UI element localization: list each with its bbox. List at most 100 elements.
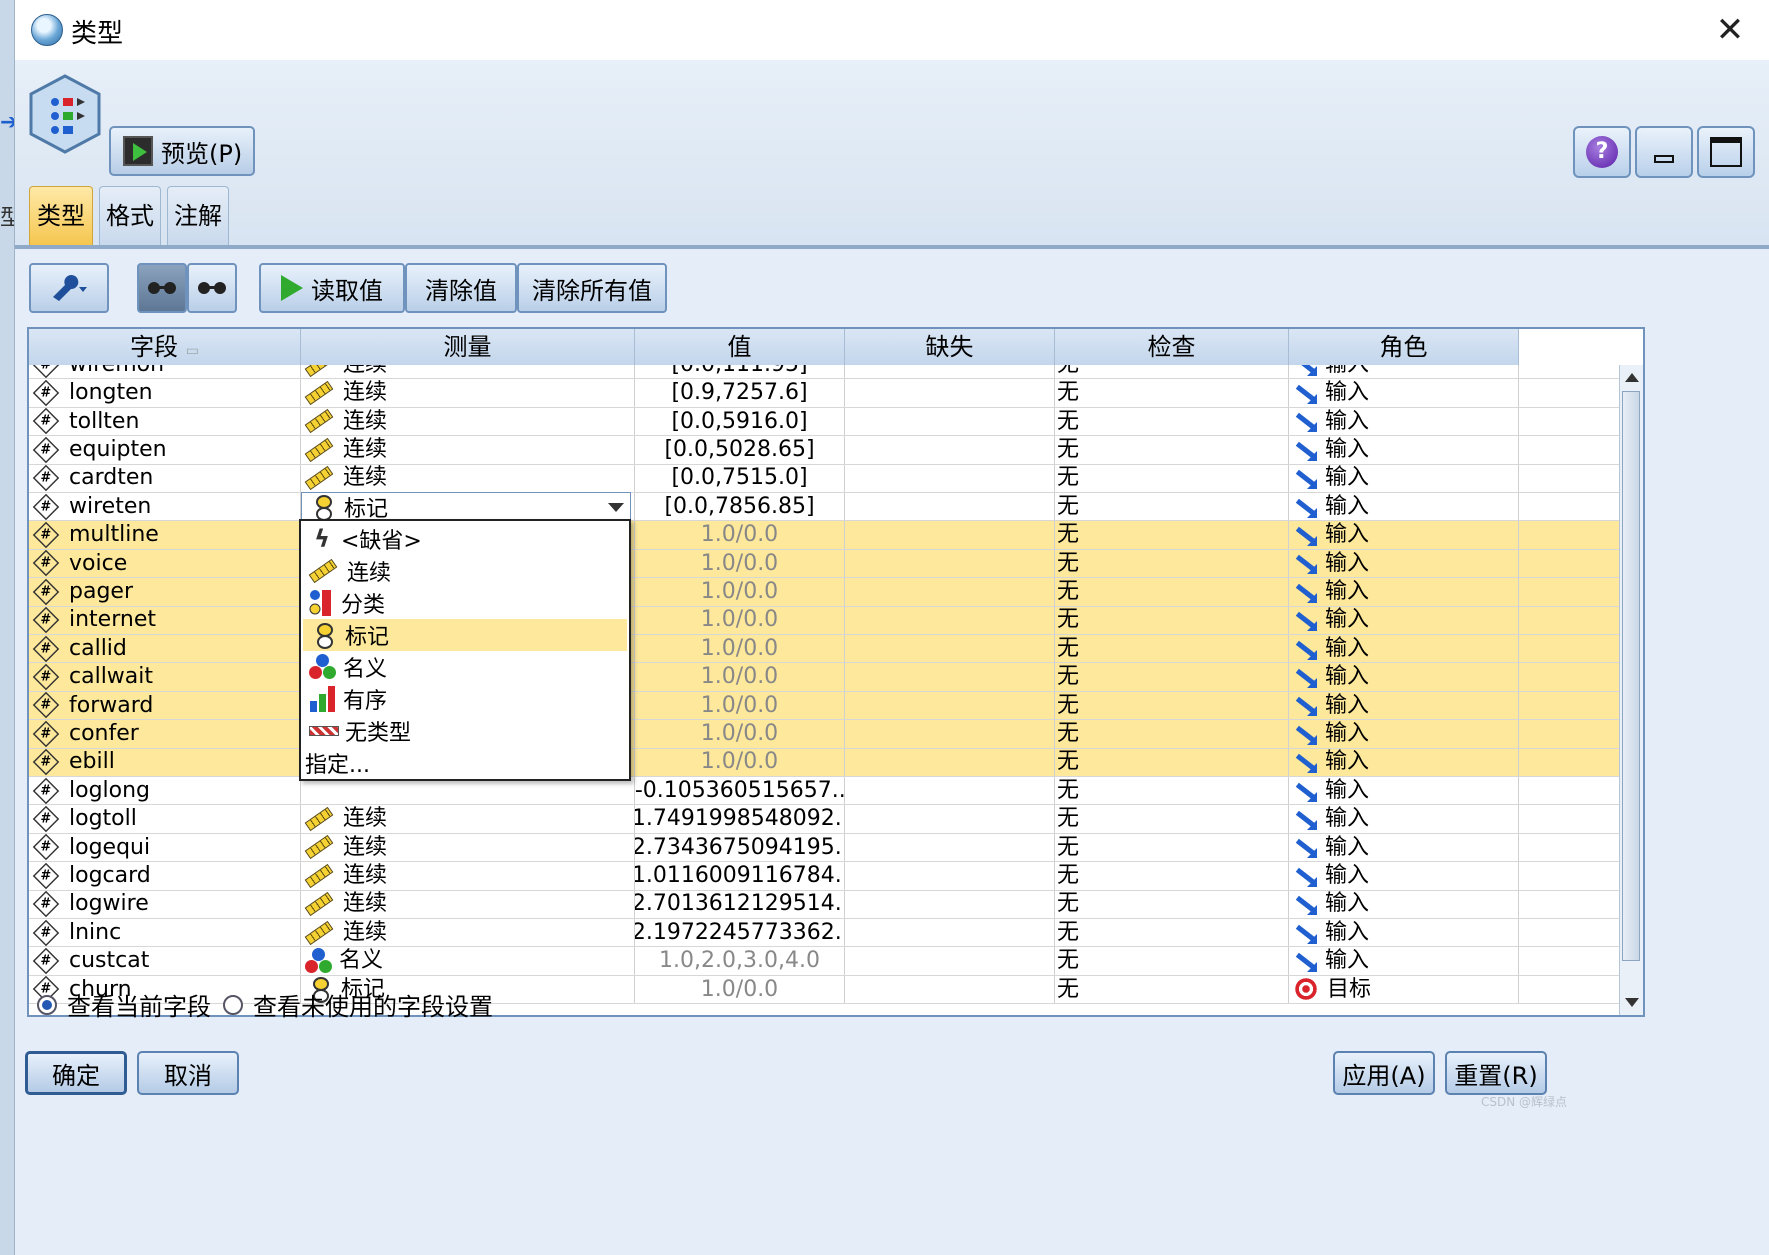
values-cell[interactable]: 1.0/0.0 — [635, 606, 845, 634]
check-cell[interactable]: 无 — [1055, 379, 1289, 407]
table-row[interactable]: # logequi 连续 [2.7343675094195... 无 输入 — [29, 833, 1619, 863]
check-cell[interactable]: 无 — [1055, 919, 1289, 947]
reset-button[interactable]: 重置(R) — [1445, 1051, 1547, 1095]
table-row[interactable]: # loglong [-0.105360515657... 无 输入 — [29, 777, 1619, 806]
option-flag[interactable]: 标记 — [303, 619, 627, 651]
minimize-button[interactable] — [1635, 126, 1693, 178]
role-cell[interactable]: 输入 — [1289, 720, 1519, 748]
missing-cell[interactable] — [845, 919, 1055, 947]
tab-format[interactable]: 格式 — [99, 186, 161, 245]
missing-cell[interactable] — [845, 748, 1055, 776]
table-row[interactable]: # wiremon 连续 [0.0,111.95] 无 输入 — [29, 365, 1619, 380]
missing-cell[interactable] — [845, 606, 1055, 634]
tab-type[interactable]: 类型 — [29, 186, 93, 245]
measure-cell[interactable] — [301, 777, 635, 805]
measure-cell[interactable]: 连续 — [301, 862, 635, 890]
check-cell[interactable]: 无 — [1055, 493, 1289, 521]
missing-cell[interactable] — [845, 663, 1055, 691]
check-cell[interactable]: 无 — [1055, 720, 1289, 748]
column-header-values[interactable]: 值 — [635, 329, 845, 365]
missing-cell[interactable] — [845, 635, 1055, 663]
table-row[interactable]: # forward 1.0/0.0 无 输入 — [29, 691, 1619, 721]
values-cell[interactable]: 1.0/0.0 — [635, 578, 845, 606]
measure-cell[interactable]: 连续 — [301, 436, 635, 464]
table-row[interactable]: # logtoll 连续 [1.7491998548092... 无 输入 — [29, 805, 1619, 834]
column-header-missing[interactable]: 缺失 — [845, 329, 1055, 365]
view-unused-fields-radio[interactable]: 查看未使用的字段设置 — [223, 987, 493, 1022]
role-cell[interactable]: 输入 — [1289, 379, 1519, 407]
missing-cell[interactable] — [845, 720, 1055, 748]
measure-cell[interactable]: 连续 — [301, 833, 635, 862]
missing-cell[interactable] — [845, 365, 1055, 379]
check-cell[interactable]: 无 — [1055, 521, 1289, 549]
check-cell[interactable]: 无 — [1055, 890, 1289, 918]
view-type-button-2[interactable] — [187, 263, 237, 313]
check-cell[interactable]: 无 — [1055, 663, 1289, 691]
role-cell[interactable]: 输入 — [1289, 833, 1519, 862]
option-categorical[interactable]: 分类 — [303, 587, 627, 619]
missing-cell[interactable] — [845, 464, 1055, 492]
measure-cell[interactable]: 连续 — [301, 407, 635, 436]
missing-cell[interactable] — [845, 805, 1055, 833]
values-cell[interactable]: [-0.105360515657... — [635, 777, 845, 805]
role-cell[interactable]: 输入 — [1289, 890, 1519, 918]
values-cell[interactable]: 1.0/0.0 — [635, 720, 845, 748]
scroll-thumb[interactable] — [1622, 391, 1640, 961]
table-row[interactable]: # pager 1.0/0.0 无 输入 — [29, 578, 1619, 607]
role-cell[interactable]: 输入 — [1289, 606, 1519, 634]
table-row[interactable]: # tollten 连续 [0.0,5916.0] 无 输入 — [29, 407, 1619, 437]
option-continuous[interactable]: 连续 — [303, 555, 627, 587]
check-cell[interactable]: 无 — [1055, 833, 1289, 862]
values-cell[interactable]: [0.0,7515.0] — [635, 464, 845, 492]
check-cell[interactable]: 无 — [1055, 862, 1289, 890]
role-cell[interactable]: 输入 — [1289, 805, 1519, 833]
values-cell[interactable]: [1.7491998548092... — [635, 805, 845, 833]
tools-menu-button[interactable] — [29, 263, 109, 313]
values-cell[interactable]: [2.7013612129514... — [635, 890, 845, 918]
column-header-measure[interactable]: 测量 — [301, 329, 635, 365]
option-typeless[interactable]: 无类型 — [303, 715, 627, 747]
table-row[interactable]: # cardten 连续 [0.0,7515.0] 无 输入 — [29, 464, 1619, 493]
values-cell[interactable]: [0.0,111.95] — [635, 365, 845, 379]
check-cell[interactable]: 无 — [1055, 407, 1289, 436]
scroll-down-icon[interactable] — [1625, 998, 1639, 1007]
values-cell[interactable]: 1.0/0.0 — [635, 549, 845, 578]
values-cell[interactable]: [0.0,5028.65] — [635, 436, 845, 464]
vertical-scrollbar[interactable] — [1619, 365, 1643, 1015]
table-row[interactable]: # voice 1.0/0.0 无 输入 — [29, 549, 1619, 579]
role-cell[interactable]: 输入 — [1289, 436, 1519, 464]
help-button[interactable]: ? — [1573, 126, 1631, 178]
check-cell[interactable]: 无 — [1055, 947, 1289, 975]
table-row[interactable]: #wireten连续[0.0,7856.85]无输入 — [29, 493, 1619, 522]
check-cell[interactable]: 无 — [1055, 365, 1289, 379]
table-row[interactable]: # lninc 连续 [2.1972245773362... 无 输入 — [29, 919, 1619, 948]
check-cell[interactable]: 无 — [1055, 691, 1289, 720]
missing-cell[interactable] — [845, 947, 1055, 975]
measure-cell[interactable]: 名义 — [301, 947, 635, 975]
values-cell[interactable]: 1.0/0.0 — [635, 691, 845, 720]
table-row[interactable]: # equipten 连续 [0.0,5028.65] 无 输入 — [29, 436, 1619, 465]
role-cell[interactable]: 输入 — [1289, 777, 1519, 805]
measure-dropdown[interactable]: 标记 — [301, 492, 631, 522]
table-row[interactable]: # custcat 名义 1.0,2.0,3.0,4.0 无 输入 — [29, 947, 1619, 976]
table-row[interactable]: # callid 1.0/0.0 无 输入 — [29, 635, 1619, 664]
view-current-fields-radio[interactable]: 查看当前字段 — [37, 987, 211, 1022]
preview-button[interactable]: 预览(P) — [109, 126, 255, 176]
missing-cell[interactable] — [845, 549, 1055, 578]
role-cell[interactable]: 输入 — [1289, 578, 1519, 606]
role-cell[interactable]: 输入 — [1289, 493, 1519, 521]
role-cell[interactable]: 输入 — [1289, 748, 1519, 776]
values-cell[interactable]: 1.0/0.0 — [635, 663, 845, 691]
measure-cell[interactable]: 连续 — [301, 464, 635, 492]
role-cell[interactable]: 输入 — [1289, 549, 1519, 578]
values-cell[interactable]: [2.7343675094195... — [635, 833, 845, 862]
role-cell[interactable]: 输入 — [1289, 407, 1519, 436]
role-cell[interactable]: 输入 — [1289, 635, 1519, 663]
ok-button[interactable]: 确定 — [25, 1051, 127, 1095]
table-row[interactable]: # logwire 连续 [2.7013612129514... 无 输入 — [29, 890, 1619, 919]
table-row[interactable]: # confer 1.0/0.0 无 输入 — [29, 720, 1619, 749]
missing-cell[interactable] — [845, 493, 1055, 521]
values-cell[interactable]: [0.9,7257.6] — [635, 379, 845, 407]
clear-all-values-button[interactable]: 清除所有值 — [517, 263, 667, 313]
values-cell[interactable]: [1.0116009116784... — [635, 862, 845, 890]
